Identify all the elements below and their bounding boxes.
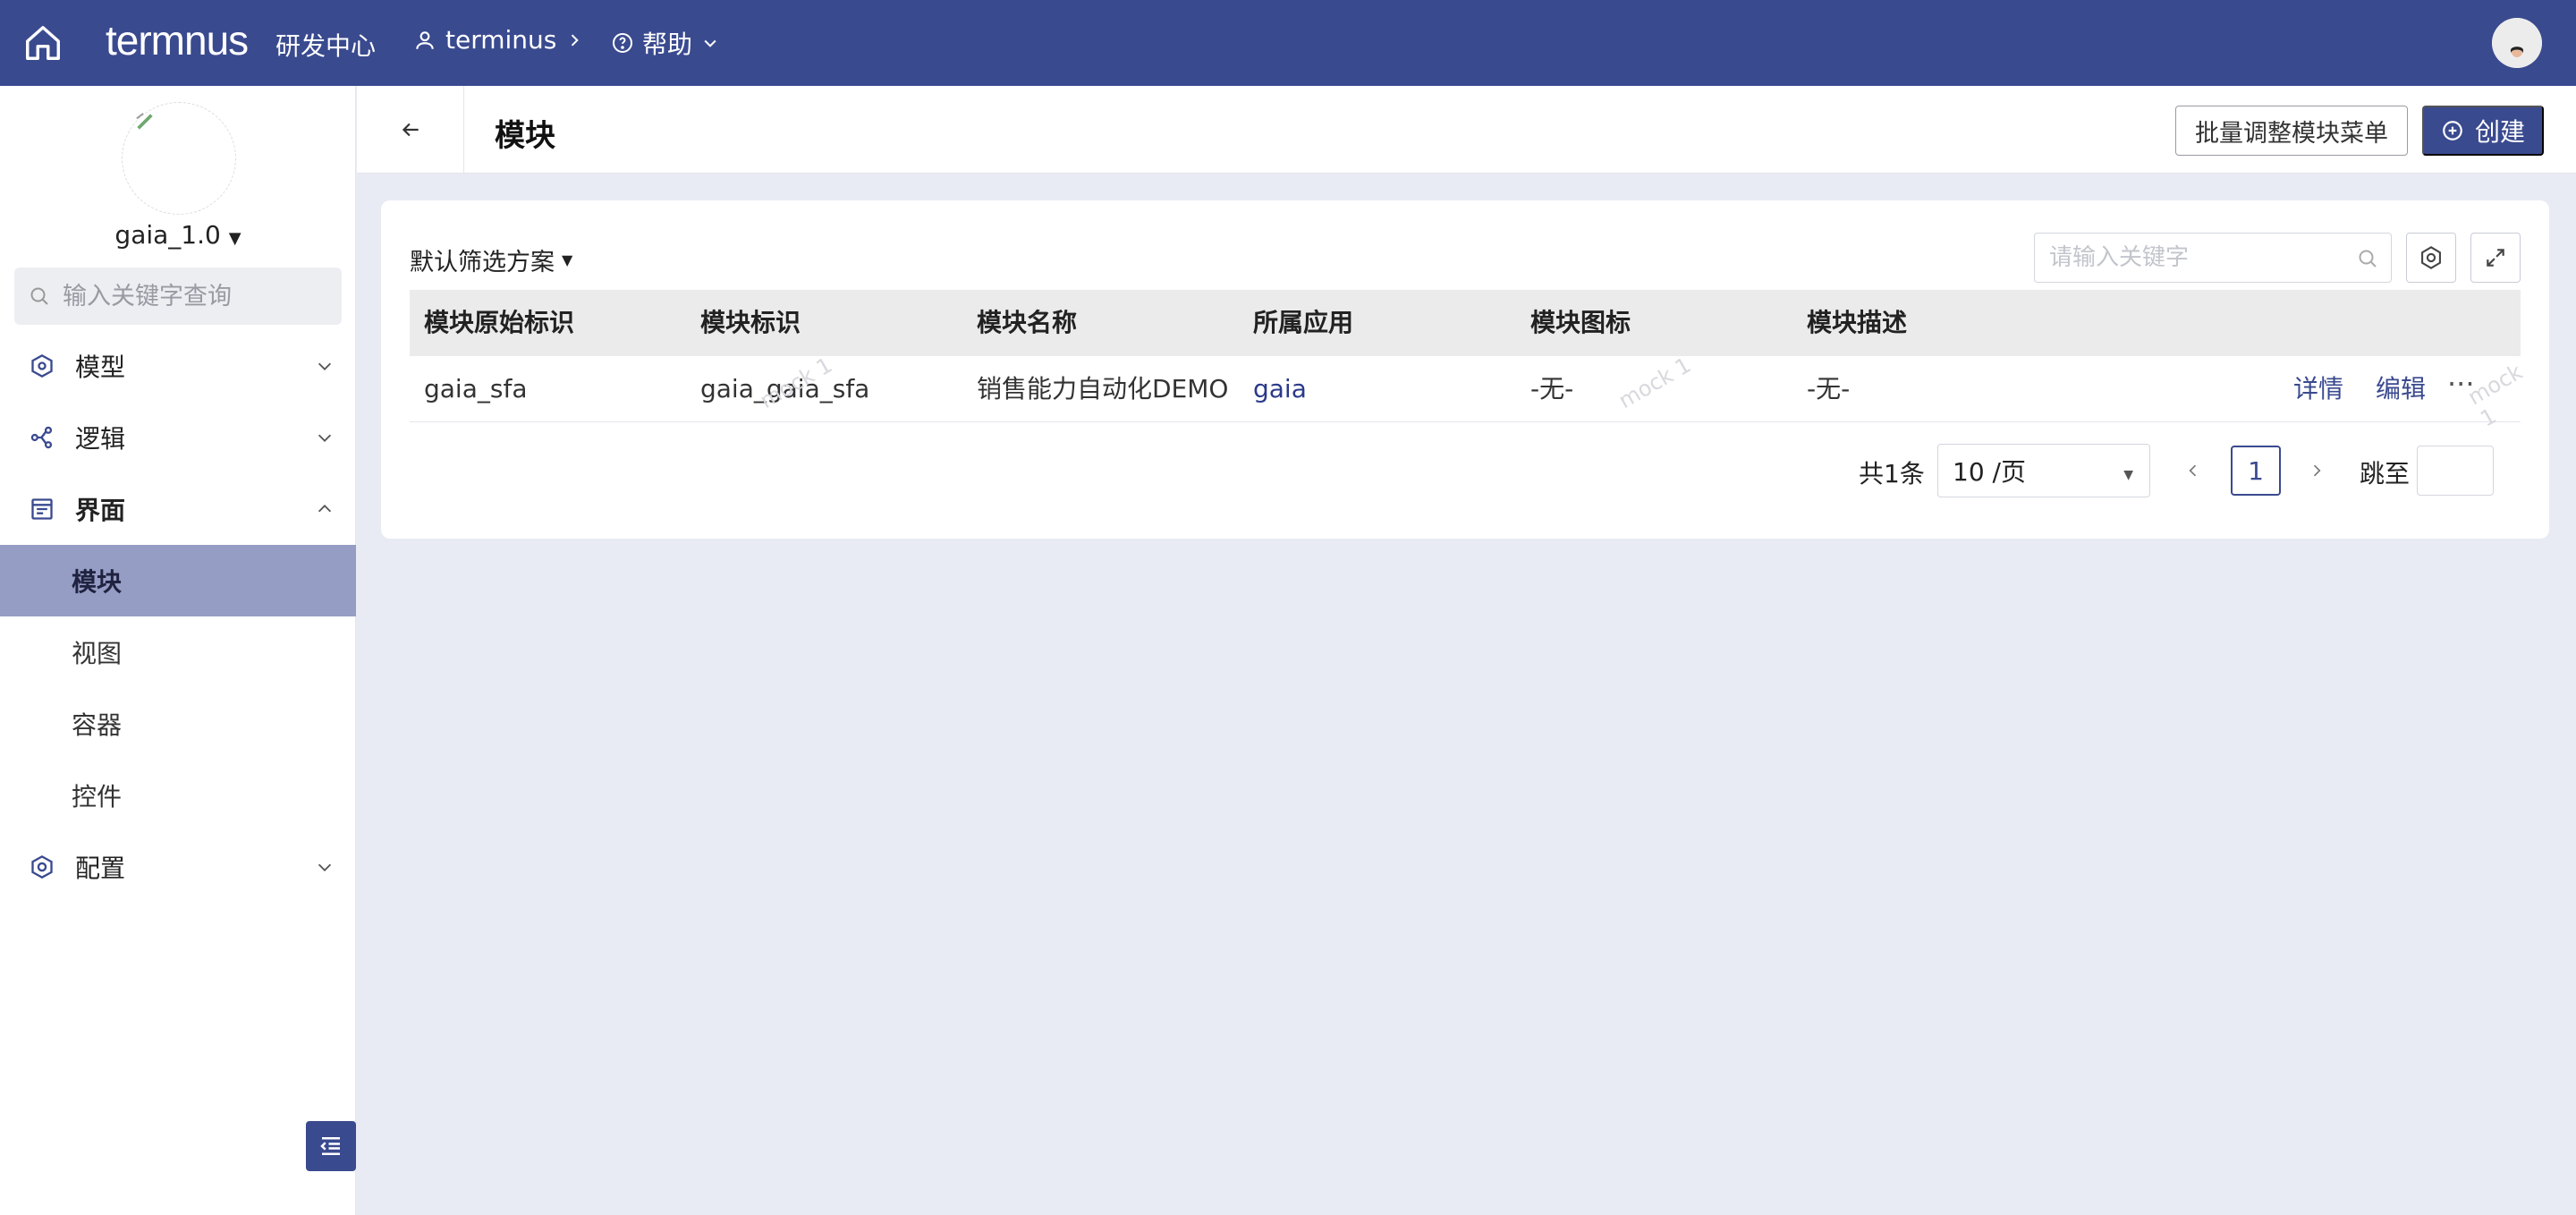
logic-icon: [29, 424, 55, 451]
column-header: 模块名称: [977, 308, 1078, 337]
user-nav[interactable]: terminus: [413, 25, 583, 55]
model-icon: [29, 353, 55, 379]
keyword-search-input[interactable]: [2049, 244, 2344, 271]
gear-icon: [2421, 246, 2441, 269]
detail-link[interactable]: 详情: [2293, 356, 2343, 422]
version-label: gaia_1.0: [114, 220, 221, 250]
page-size-select[interactable]: 10 /页 ▼: [1937, 444, 2150, 497]
plus-circle-icon: [2443, 121, 2462, 140]
page-title: 模块: [495, 118, 555, 154]
sidebar-subitem-module[interactable]: 模块: [0, 545, 356, 616]
column-header: 模块标识: [700, 308, 801, 337]
sidebar-item-model[interactable]: 模型: [0, 330, 356, 402]
batch-adjust-menu-button[interactable]: 批量调整模块菜单: [2175, 106, 2408, 156]
help-icon: [613, 33, 632, 53]
chevron-down-icon: [313, 354, 336, 378]
app-logo: [122, 102, 236, 215]
watermark: mock 1: [2463, 359, 2527, 432]
cell-icon: -无-: [1530, 374, 1574, 404]
sidebar-item-label: 配置: [75, 854, 126, 883]
caret-down-icon: ▼: [228, 229, 242, 248]
search-icon: [2359, 250, 2377, 268]
broken-image-icon: [136, 113, 153, 130]
sidebar-item-label: 界面: [75, 496, 126, 525]
cell-key: gaia_gaia_sfa: [700, 374, 870, 404]
page-header: 模块 批量调整模块菜单 创建: [357, 86, 2576, 174]
chevron-up-icon: [313, 497, 336, 521]
sidebar: gaia_1.0 ▼ 模型 逻辑 界面 模块 视图 容器: [0, 86, 356, 1215]
collapse-sidebar-button[interactable]: [306, 1121, 356, 1171]
table-header: 模块原始标识 模块标识 模块名称 所属应用 模块图标 模块描述: [410, 290, 2521, 356]
column-header: 模块图标: [1530, 308, 1631, 337]
filter-scheme-label: 默认筛选方案: [410, 249, 555, 276]
jump-page-input[interactable]: [2417, 446, 2494, 496]
cell-original-key: gaia_sfa: [424, 374, 528, 404]
avatar[interactable]: [2492, 18, 2542, 68]
user-label: terminus: [445, 25, 557, 55]
filter-scheme-dropdown[interactable]: 默认筛选方案 ▼: [410, 242, 572, 277]
sidebar-item-config[interactable]: 配置: [0, 831, 356, 903]
watermark: mock 1: [1614, 352, 1696, 414]
module-list-card: 默认筛选方案 ▼ 模块原始标识 模块标识 模块名称 所属应用 模块图标 模块描述…: [381, 200, 2549, 539]
chevron-down-icon: [313, 426, 336, 449]
help-label: 帮助: [642, 30, 693, 59]
chevron-down-icon: [704, 39, 716, 47]
help-nav[interactable]: 帮助: [612, 25, 719, 61]
expand-icon: [2487, 249, 2504, 267]
collapse-icon: [320, 1137, 340, 1155]
column-header: 模块描述: [1807, 308, 1908, 337]
sidebar-item-label: 模型: [75, 353, 126, 382]
keyword-search: [2034, 233, 2392, 283]
sidebar-search-input[interactable]: [63, 282, 322, 310]
next-page-button[interactable]: [2301, 455, 2333, 487]
cell-app-link[interactable]: gaia: [1253, 356, 1307, 422]
edit-link[interactable]: 编辑: [2376, 356, 2426, 422]
chevron-down-icon: [313, 855, 336, 879]
user-icon: [416, 30, 434, 49]
chevron-left-icon: [2189, 464, 2197, 477]
sidebar-search: [14, 268, 342, 325]
jump-label: 跳至: [2360, 459, 2411, 489]
back-button[interactable]: [357, 86, 464, 174]
sidebar-item-label: 逻辑: [75, 424, 126, 454]
column-header: 模块原始标识: [424, 308, 575, 337]
home-icon[interactable]: [20, 20, 66, 66]
page-number-button[interactable]: 1: [2231, 446, 2281, 496]
top-nav-bar: termnus 研发中心 terminus 帮助: [0, 0, 2576, 86]
create-label: 创建: [2474, 117, 2525, 147]
cell-desc: -无-: [1807, 374, 1851, 404]
ui-icon: [29, 496, 55, 523]
sidebar-item-ui[interactable]: 界面: [0, 473, 356, 545]
table-row: gaia_sfa gaia_gaia_sfa 销售能力自动化DEMO gaia …: [410, 352, 2527, 432]
more-actions-icon[interactable]: ···: [2447, 351, 2475, 417]
caret-down-icon: ▼: [2123, 468, 2133, 482]
sidebar-item-logic[interactable]: 逻辑: [0, 402, 356, 473]
chevron-right-icon: [572, 33, 580, 47]
module-table: 模块原始标识 模块标识 模块名称 所属应用 模块图标 模块描述 gaia_sfa…: [410, 290, 2527, 432]
config-icon: [29, 854, 55, 880]
cell-name: 销售能力自动化DEMO: [977, 374, 1229, 404]
search-icon: [30, 287, 48, 305]
brand-logo[interactable]: termnus: [106, 16, 249, 64]
sidebar-subitem-control[interactable]: 控件: [0, 760, 356, 831]
center-title[interactable]: 研发中心: [275, 27, 376, 63]
sidebar-subitem-view[interactable]: 视图: [0, 616, 356, 688]
app-version-selector[interactable]: gaia_1.0 ▼: [0, 220, 356, 250]
caret-down-icon: ▼: [562, 251, 573, 268]
chevron-right-icon: [2313, 464, 2321, 477]
table-settings-button[interactable]: [2406, 233, 2456, 283]
page-size-value: 10 /页: [1953, 457, 2026, 487]
column-header: 所属应用: [1253, 308, 1354, 337]
pagination-total: 共1条: [1859, 459, 1925, 489]
sidebar-subitem-container[interactable]: 容器: [0, 688, 356, 760]
fullscreen-button[interactable]: [2470, 233, 2521, 283]
arrow-left-icon: [402, 123, 419, 137]
create-button[interactable]: 创建: [2422, 106, 2544, 156]
prev-page-button[interactable]: [2177, 455, 2209, 487]
